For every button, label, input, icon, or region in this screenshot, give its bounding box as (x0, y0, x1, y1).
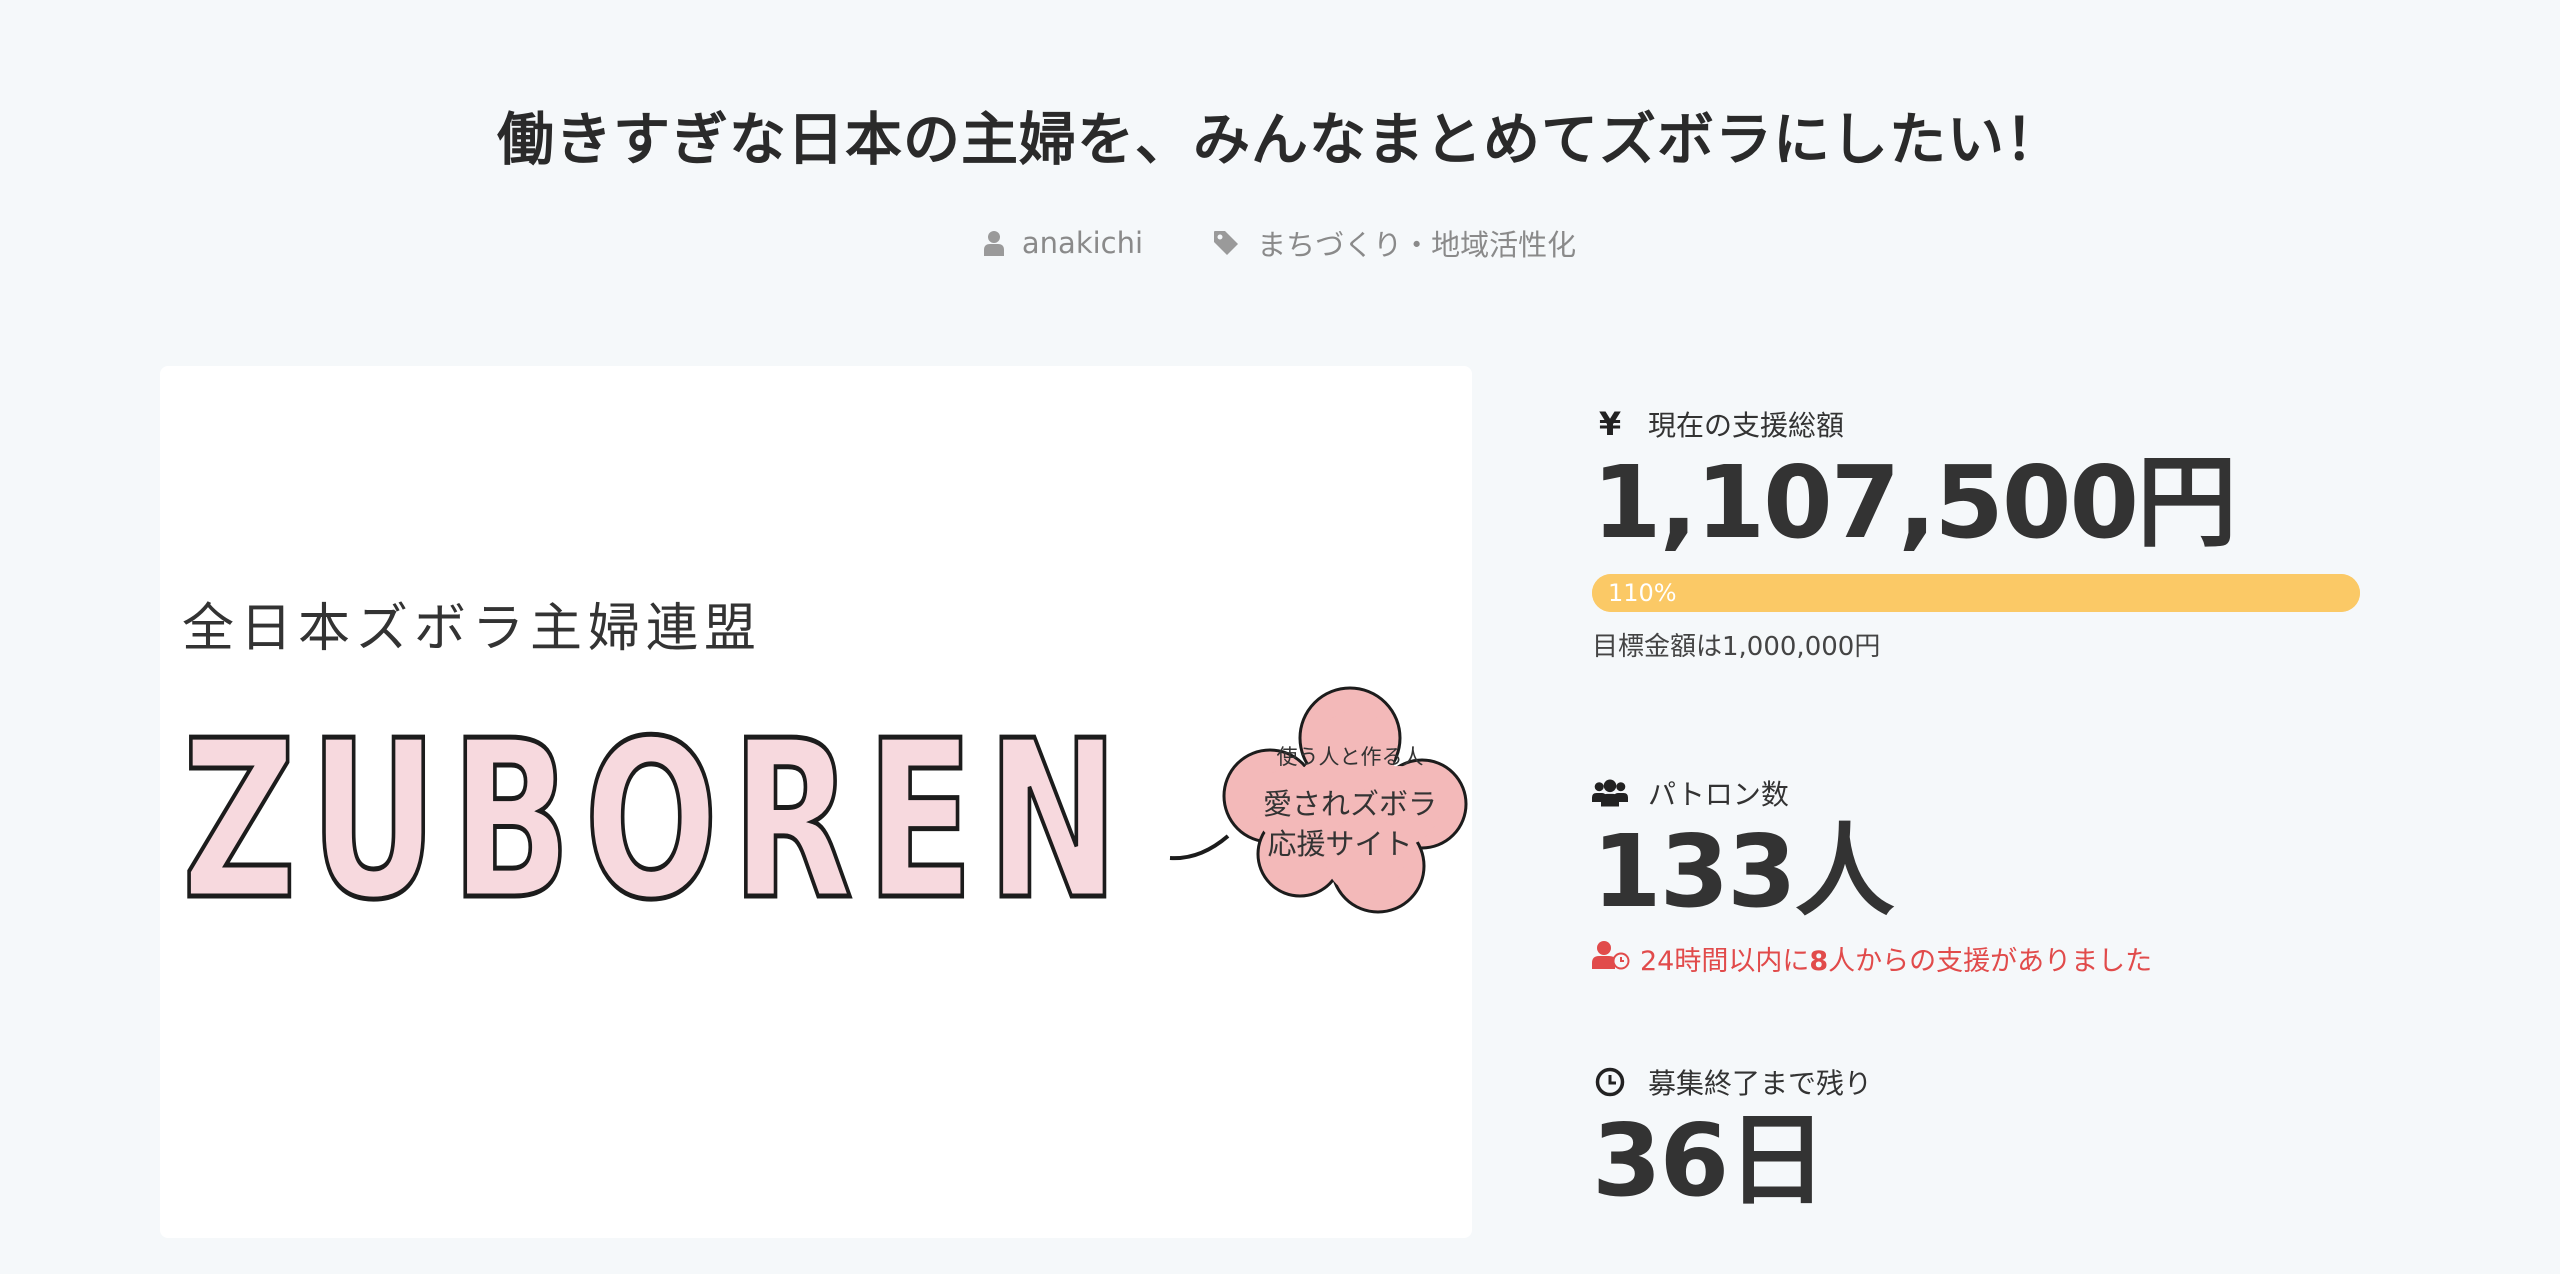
progress-fill (1592, 574, 2360, 612)
author-name: anakichi (1021, 226, 1144, 260)
patrons-label: パトロン数 (1648, 778, 1789, 811)
users-icon (1592, 777, 1628, 809)
progress-percent: 110% (1608, 579, 1677, 607)
recent-prefix: 24時間以内に (1640, 946, 1810, 977)
svg-text:愛されズボラ: 愛されズボラ (1263, 787, 1437, 821)
author-link[interactable]: anakichi (983, 222, 1144, 264)
funding-progress-bar: 110% (1592, 574, 2360, 612)
funding-panel: ¥ 現在の支援総額 1,107,500円 110% 目標金額は1,000,000… (1592, 400, 2362, 1216)
patrons-block: パトロン数 133人 24時間以内に8人からの支援がありました (1592, 769, 2362, 978)
clock-icon (1592, 1067, 1628, 1097)
amount-block: ¥ 現在の支援総額 1,107,500円 110% 目標金額は1,000,000… (1592, 400, 2362, 663)
amount-value: 1,107,500円 (1592, 444, 2237, 561)
goal-amount: 目標金額は1,000,000円 (1592, 632, 1881, 662)
amount-label: 現在の支援総額 (1648, 409, 1845, 442)
user-clock-icon (1592, 940, 1630, 977)
project-hero-image[interactable]: 全日本ズボラ主婦連盟 ZUBOREN 使う人と作る人 愛されズボラ 応援サイト (160, 366, 1472, 1238)
zuboren-logo: ZUBOREN (180, 693, 1132, 951)
project-title: 働きすぎな日本の主婦を、みんなまとめてズボラにしたい！ (497, 107, 2063, 173)
remaining-block: 募集終了まで残り 36日 (1592, 1058, 2362, 1216)
svg-text:使う人と作る人: 使う人と作る人 (1277, 745, 1424, 769)
project-meta: anakichi まちづくり・地域活性化 (0, 222, 2560, 264)
hero-org-name: 全日本ズボラ主婦連盟 (182, 599, 762, 659)
recent-support-alert: 24時間以内に8人からの支援がありました (1592, 939, 2362, 978)
category-link[interactable]: まちづくり・地域活性化 (1213, 222, 1576, 264)
svg-text:ZUBOREN: ZUBOREN (182, 695, 1132, 948)
recent-count: 8 (1809, 946, 1829, 977)
tag-icon (1213, 230, 1239, 256)
category-name: まちづくり・地域活性化 (1257, 228, 1577, 262)
remaining-value: 36日 (1592, 1102, 1827, 1219)
yen-icon: ¥ (1598, 405, 1622, 443)
patrons-value: 133人 (1592, 813, 1895, 930)
speech-bubble: 使う人と作る人 愛されズボラ 応援サイト (1169, 686, 1468, 914)
svg-text:応援サイト: 応援サイト (1267, 827, 1412, 861)
remaining-label: 募集終了まで残り (1648, 1067, 1873, 1100)
user-icon (983, 230, 1004, 256)
recent-suffix: 人からの支援がありました (1828, 946, 2153, 977)
